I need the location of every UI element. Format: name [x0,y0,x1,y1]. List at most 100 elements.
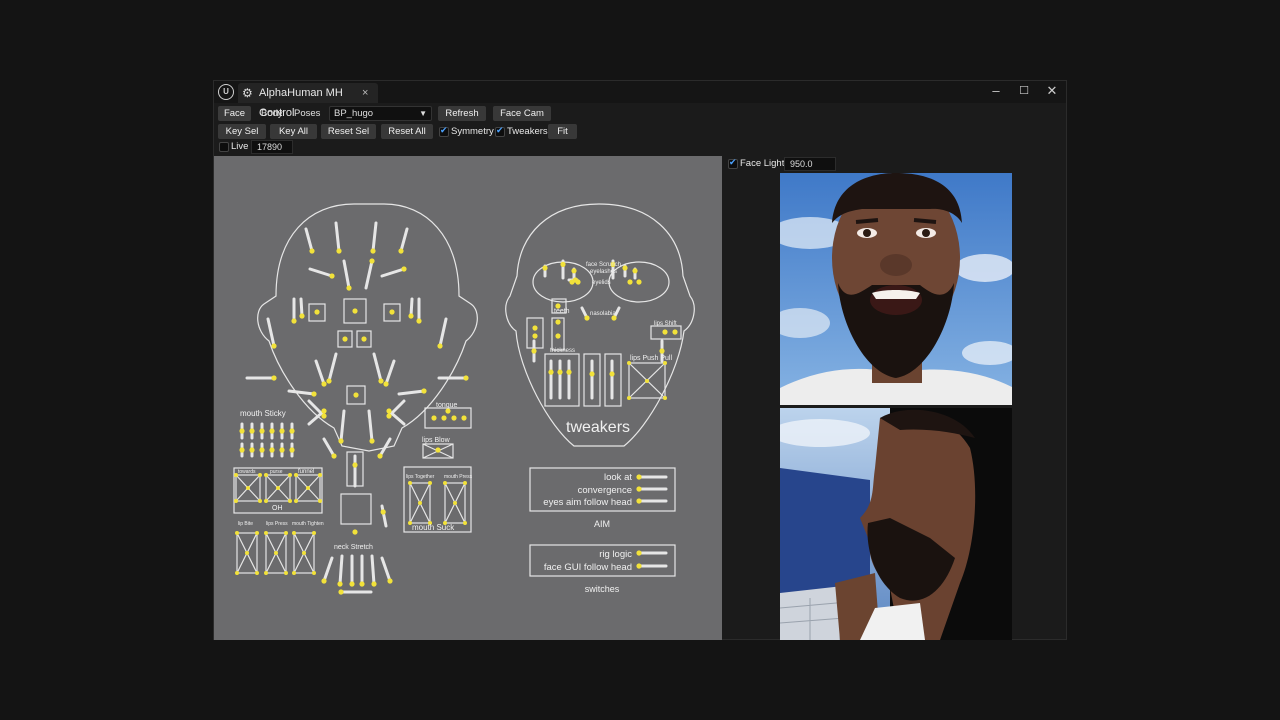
control-handle[interactable] [235,571,239,575]
control-handle[interactable] [302,551,306,555]
control-handle[interactable] [269,428,275,434]
control-handle[interactable] [284,531,288,535]
symmetry-checkbox[interactable] [439,125,449,137]
control-handle[interactable] [627,279,633,285]
slider-track[interactable] [384,359,396,386]
reset-all-button[interactable]: Reset All [381,124,433,139]
control-handle[interactable] [443,481,447,485]
control-handle[interactable] [331,453,337,459]
control-handle[interactable] [235,531,239,535]
control-handle[interactable] [321,408,327,414]
slider-track[interactable] [322,437,336,458]
control-handle[interactable] [321,413,327,419]
control-handle[interactable] [321,381,327,387]
control-handle[interactable] [352,308,358,314]
control-handle[interactable] [234,499,238,503]
control-handle[interactable] [292,571,296,575]
slider-track[interactable] [367,409,374,443]
control-handle[interactable] [352,462,358,468]
control-handle[interactable] [408,481,412,485]
control-handle[interactable] [276,486,280,490]
control-handle[interactable] [389,309,395,315]
slider-track[interactable] [364,259,374,290]
control-handle[interactable] [245,551,249,555]
control-handle[interactable] [378,378,384,384]
control-handle[interactable] [571,268,577,274]
control-handle[interactable] [314,309,320,315]
reset-sel-button[interactable]: Reset Sel [321,124,376,139]
control-handle[interactable] [377,453,383,459]
control-handle[interactable] [575,279,581,285]
control-handle[interactable] [338,589,344,595]
control-handle[interactable] [255,531,259,535]
control-handle[interactable] [566,369,572,375]
key-sel-button[interactable]: Key Sel [218,124,266,139]
face-light-checkbox[interactable] [728,157,738,169]
control-handle[interactable] [361,336,367,342]
control-handle[interactable] [284,571,288,575]
slider-track[interactable] [307,409,326,426]
control-handle[interactable] [371,581,377,587]
control-handle[interactable] [622,265,628,271]
control-handle[interactable] [636,486,642,492]
slider-track[interactable] [334,221,341,253]
control-handle[interactable] [435,447,441,453]
control-handle[interactable] [461,415,467,421]
slider-track[interactable] [399,227,409,253]
control-handle[interactable] [636,279,642,285]
control-handle[interactable] [557,369,563,375]
fit-button[interactable]: Fit [548,124,577,139]
control-handle[interactable] [291,318,297,324]
control-handle[interactable] [431,415,437,421]
control-handle[interactable] [318,473,322,477]
body-button[interactable]: Body [261,106,283,121]
control-handle[interactable] [318,499,322,503]
face-button[interactable]: Face [218,106,251,121]
slider-track[interactable] [380,556,392,583]
maximize-button[interactable]: ☐ [1010,81,1038,103]
control-handle[interactable] [249,428,255,434]
control-handle[interactable] [271,375,277,381]
slider-track[interactable] [380,267,406,278]
control-handle[interactable] [589,371,595,377]
slider-track[interactable] [372,352,383,383]
control-handle[interactable] [292,531,296,535]
control-handle[interactable] [672,329,678,335]
control-handle[interactable] [555,333,561,339]
control-handle[interactable] [636,563,642,569]
control-handle[interactable] [531,348,537,354]
control-handle[interactable] [264,473,268,477]
slider-track[interactable] [338,554,344,586]
control-handle[interactable] [370,248,376,254]
control-handle[interactable] [632,268,638,274]
live-checkbox[interactable] [219,142,229,152]
control-handle[interactable] [337,581,343,587]
control-handle[interactable] [288,499,292,503]
face-light-field[interactable]: 950.0 [784,157,836,171]
control-handle[interactable] [645,379,649,383]
control-handle[interactable] [532,333,538,339]
control-handle[interactable] [383,381,389,387]
control-handle[interactable] [636,498,642,504]
slider-track[interactable] [370,554,376,586]
control-handle[interactable] [369,438,375,444]
control-handle[interactable] [584,315,590,321]
slider-track[interactable] [314,359,326,386]
control-handle[interactable] [326,378,332,384]
control-handle[interactable] [548,369,554,375]
control-handle[interactable] [662,329,668,335]
control-handle[interactable] [259,447,265,453]
control-handle[interactable] [636,550,642,556]
control-handle[interactable] [329,273,335,279]
control-handle[interactable] [532,325,538,331]
slider-track[interactable] [371,221,378,253]
control-handle[interactable] [401,266,407,272]
control-handle[interactable] [289,447,295,453]
control-handle[interactable] [441,415,447,421]
tab-alphahuman[interactable]: ⚙ AlphaHuman MH Control × [238,83,378,119]
control-handle[interactable] [349,581,355,587]
control-handle[interactable] [336,248,342,254]
slider-track[interactable] [438,317,448,348]
control-handle[interactable] [264,571,268,575]
control-handle[interactable] [380,509,386,515]
